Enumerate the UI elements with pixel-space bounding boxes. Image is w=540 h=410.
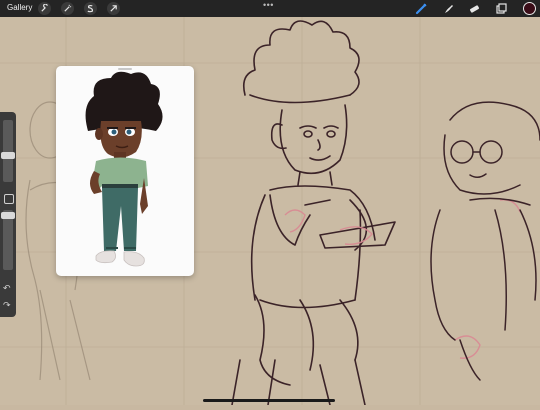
brush-size-slider[interactable] — [1, 120, 15, 182]
brush-icon[interactable] — [415, 2, 428, 15]
more-options-dots[interactable]: ••• — [263, 0, 274, 10]
layers-icon[interactable] — [495, 2, 508, 15]
undo-icon[interactable]: ↶ — [3, 284, 11, 293]
actions-wrench-icon[interactable] — [38, 2, 51, 15]
smudge-icon[interactable] — [442, 2, 455, 15]
opacity-slider[interactable] — [1, 210, 15, 270]
home-indicator — [203, 399, 335, 402]
eraser-icon[interactable] — [468, 2, 481, 15]
adjustments-wand-icon[interactable] — [61, 2, 74, 15]
top-toolbar: Gallery ••• — [0, 0, 540, 17]
opacity-thumb[interactable] — [1, 212, 15, 219]
reference-character-image — [85, 71, 163, 267]
redo-icon[interactable]: ↷ — [3, 301, 11, 310]
transform-arrow-icon[interactable] — [107, 2, 120, 15]
gallery-button[interactable]: Gallery — [7, 3, 32, 12]
color-picker-swatch[interactable] — [523, 2, 536, 15]
reference-drag-handle[interactable] — [118, 68, 132, 70]
selection-s-icon[interactable] — [84, 2, 97, 15]
brush-size-thumb[interactable] — [1, 152, 15, 159]
modify-button[interactable] — [4, 194, 14, 204]
reference-window[interactable] — [56, 66, 194, 276]
left-sidebar: ↶ ↷ — [0, 112, 16, 317]
